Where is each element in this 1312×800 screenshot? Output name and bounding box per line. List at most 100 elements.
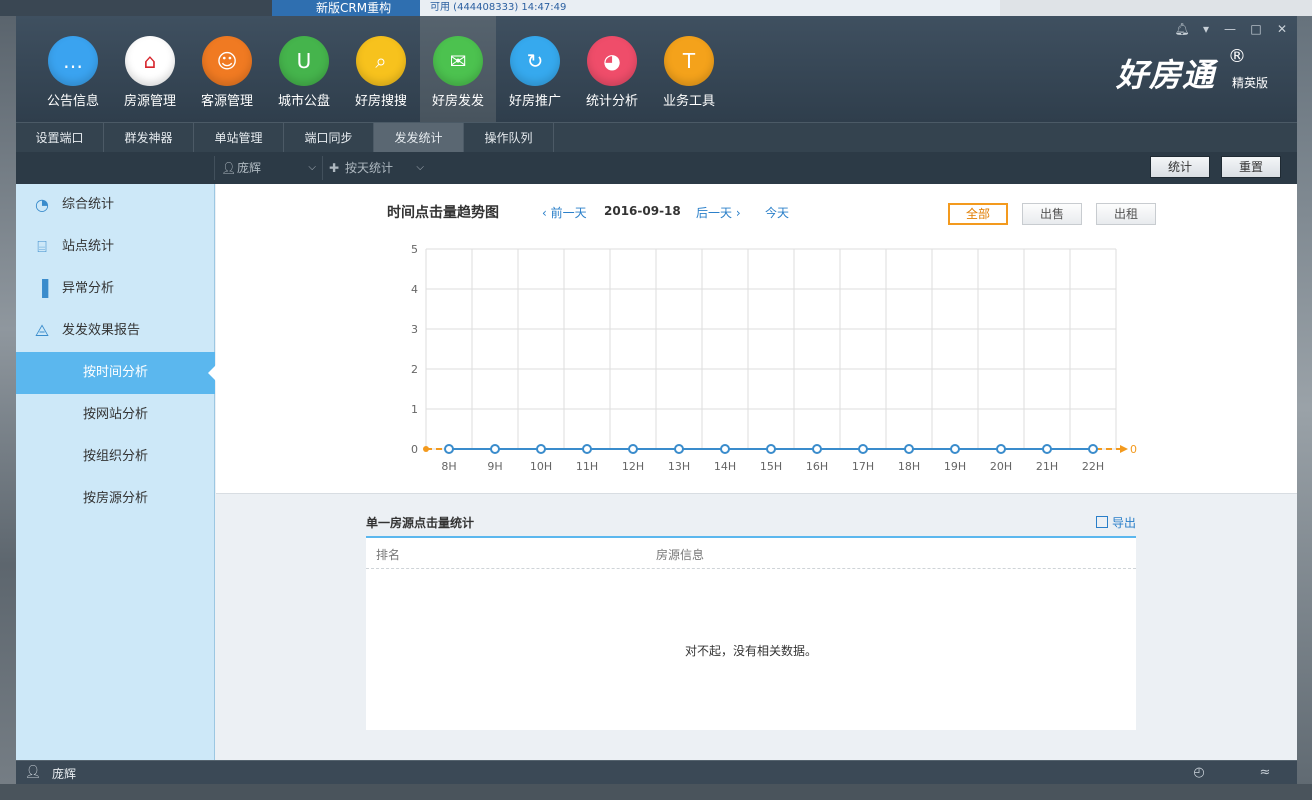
sidebar-item-site[interactable]: ⌸ 站点统计 [16, 226, 215, 268]
listing-table: 排名 房源信息 对不起，没有相关数据。 [366, 536, 1136, 730]
maximize-icon[interactable]: □ [1246, 20, 1266, 38]
data-point [628, 444, 638, 454]
chat-bubble-icon: … [48, 36, 98, 86]
clock-icon[interactable]: ◴ [1190, 764, 1208, 782]
tab-port-sync[interactable]: 端口同步 [284, 123, 374, 153]
user-select[interactable]: 👤︎ 庞辉 ⌵ [214, 156, 320, 180]
sidebar-sub-by-time[interactable]: 按时间分析 [16, 352, 216, 394]
monitor-chart-icon: ⌸ [37, 237, 47, 256]
nav-item-label: 房源管理 [123, 94, 176, 109]
sidebar-item-anomaly[interactable]: ▐ 异常分析 [16, 268, 215, 310]
tab-label: 单站管理 [214, 131, 263, 145]
taskbar-app[interactable]: 新版CRM重构 [272, 0, 420, 16]
nav-item-6[interactable]: ↻ 好房推广 [497, 16, 573, 122]
series-end-label: 0 [1130, 443, 1137, 456]
desktop-right [1297, 16, 1312, 800]
sidebar-sub-label: 按组织分析 [83, 449, 149, 464]
data-point [674, 444, 684, 454]
sidebar-sub-by-listing[interactable]: 按房源分析 [16, 478, 215, 520]
x-tick-label: 13H [668, 460, 690, 473]
handshake-icon[interactable]: ≈ [1252, 764, 1278, 782]
user-icon: 👤︎ [221, 161, 237, 175]
x-tick-label: 14H [714, 460, 736, 473]
close-icon[interactable]: ✕ [1272, 20, 1292, 38]
nav-item-label: 统计分析 [585, 94, 638, 109]
minimize-icon[interactable]: — [1220, 20, 1240, 38]
data-point [444, 444, 454, 454]
data-point [812, 444, 822, 454]
data-point [1088, 444, 1098, 454]
sidebar-sub-label: 按网站分析 [83, 407, 149, 422]
data-point [996, 444, 1006, 454]
listing-table-panel: 单一房源点击量统计 导出 排名 房源信息 对不起，没有相关数据。 [366, 506, 1136, 730]
nav-item-5[interactable]: ✉ 好房发发 [420, 16, 496, 122]
sidebar-item-label: 异常分析 [62, 281, 115, 296]
nav-item-4[interactable]: ⌕ 好房搜搜 [343, 16, 419, 122]
chevron-down-icon: ⌵ [416, 162, 424, 173]
sidebar-item-label: 发发效果报告 [62, 323, 141, 338]
column-header-rank: 排名 [376, 548, 401, 562]
tab-mass-send[interactable]: 群发神器 [104, 123, 194, 153]
series-end-arrow [1120, 445, 1128, 453]
nav-item-label: 好房推广 [508, 94, 561, 109]
desktop-bottom [0, 784, 1312, 800]
x-tick-label: 11H [576, 460, 598, 473]
sidebar-item-report[interactable]: ⨺ 发发效果报告 [16, 310, 215, 352]
sidebar-sub-by-site[interactable]: 按网站分析 [16, 394, 215, 436]
bell-icon[interactable]: 🔔︎ [1172, 20, 1192, 38]
search-icon: ⌕ [356, 36, 406, 86]
chart-panel: 时间点击量趋势图 ‹ 前一天 2016-09-18 后一天 › 今天 全部 出售… [216, 184, 1297, 494]
table-title: 单一房源点击量统计 [366, 516, 475, 530]
brand-reg: ® [1228, 46, 1246, 67]
data-point [490, 444, 500, 454]
brand-logo: 好房通 ® 精英版 [1116, 46, 1286, 100]
x-tick-label: 19H [944, 460, 966, 473]
tab-set-port[interactable]: 设置端口 [16, 123, 104, 153]
tab-single-site[interactable]: 单站管理 [194, 123, 284, 153]
export-link[interactable]: 导出 [1095, 514, 1136, 531]
export-icon [1095, 516, 1108, 528]
tab-label: 发发统计 [394, 131, 443, 145]
desktop-taskbar: 新版CRM重构 可用 (444408333) 14:47:49 [0, 0, 1312, 16]
nav-item-8[interactable]: T 业务工具 [651, 16, 727, 122]
dropdown-icon[interactable]: ▾ [1196, 20, 1216, 38]
nav-item-2[interactable]: ☺ 客源管理 [189, 16, 265, 122]
tab-label: 端口同步 [304, 131, 353, 145]
stat-button[interactable]: 统计 [1150, 156, 1210, 178]
data-point [858, 444, 868, 454]
series-start-point [423, 446, 429, 452]
x-tick-label: 12H [622, 460, 644, 473]
desktop-strip-label: 可用 (444408333) 14:47:49 [430, 2, 567, 13]
nav-item-7[interactable]: ◕ 统计分析 [574, 16, 650, 122]
mode-select[interactable]: ✚ 按天统计 ⌵ [322, 156, 428, 180]
chevron-down-icon: ⌵ [308, 162, 316, 173]
data-point [766, 444, 776, 454]
tab-op-queue[interactable]: 操作队列 [464, 123, 554, 153]
nav-item-1[interactable]: ⌂ 房源管理 [112, 16, 188, 122]
tab-send-stats[interactable]: 发发统计 [374, 123, 464, 153]
app-window: … 公告信息 ⌂ 房源管理 ☺ 客源管理 U 城市公盘 ⌕ 好房搜搜 ✉ 好房发发 ↻ 好房推广 ◕ 统计分析… [16, 16, 1297, 784]
user-icon: 👤︎ [24, 765, 42, 780]
header-divider [366, 568, 1136, 569]
sidebar-item-overall[interactable]: ◔ 综合统计 [16, 184, 215, 226]
pie-icon: ◔ [35, 195, 49, 214]
reset-button[interactable]: 重置 [1221, 156, 1281, 178]
nav-item-label: 客源管理 [200, 94, 253, 109]
sidebar-sub-by-org[interactable]: 按组织分析 [16, 436, 215, 478]
y-tick-label: 3 [411, 323, 418, 336]
desktop-strip-right [1000, 0, 1312, 16]
x-tick-label: 10H [530, 460, 552, 473]
y-tick-label: 4 [411, 283, 418, 296]
nav-item-0[interactable]: … 公告信息 [35, 16, 111, 122]
nav-item-label: 公告信息 [46, 94, 99, 109]
x-tick-label: 22H [1082, 460, 1104, 473]
nav-item-3[interactable]: U 城市公盘 [266, 16, 342, 122]
y-tick-label: 2 [411, 363, 418, 376]
filter-bar: 👤︎ 庞辉 ⌵ ✚ 按天统计 ⌵ 统计 重置 [16, 152, 1297, 184]
mode-select-value: 按天统计 [345, 161, 394, 175]
data-point [950, 444, 960, 454]
sub-nav: 设置端口 群发神器 单站管理 端口同步 发发统计 操作队列 [16, 122, 1297, 153]
x-tick-label: 8H [441, 460, 456, 473]
shield-icon: U [279, 36, 329, 86]
pie-chart-icon: ◕ [587, 36, 637, 86]
